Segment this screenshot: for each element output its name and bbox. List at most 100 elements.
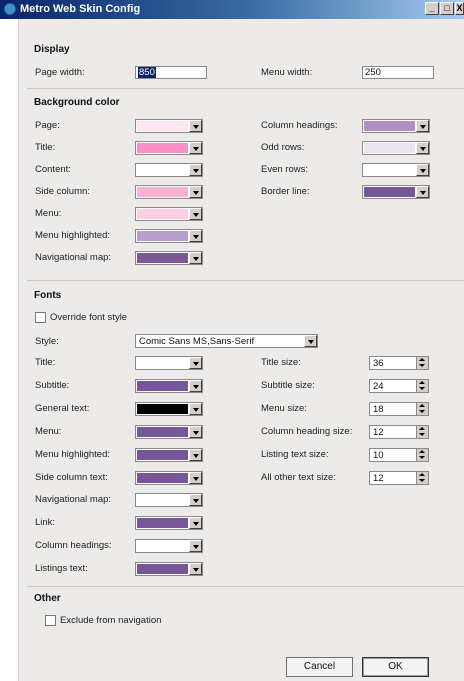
chevron-down-icon[interactable] xyxy=(304,335,317,347)
close-button[interactable]: X xyxy=(455,2,464,15)
color-dropdown[interactable] xyxy=(135,141,203,155)
color-swatch xyxy=(137,403,188,414)
color-label: Content: xyxy=(35,164,71,175)
size-label: Menu size: xyxy=(261,402,307,414)
cancel-button[interactable]: Cancel xyxy=(286,657,353,677)
color-swatch xyxy=(364,143,415,153)
chevron-down-icon[interactable] xyxy=(189,120,202,132)
color-swatch xyxy=(137,380,188,391)
color-swatch xyxy=(137,187,188,197)
size-spinner[interactable]: 36 xyxy=(369,356,429,370)
font-style-select[interactable]: Comic Sans MS,Sans-Serif xyxy=(135,334,318,348)
size-label: Title size: xyxy=(261,357,301,368)
exclude-navigation-checkbox[interactable] xyxy=(45,615,56,626)
chevron-down-icon[interactable] xyxy=(189,402,202,415)
color-dropdown[interactable] xyxy=(362,141,430,155)
size-spinner[interactable]: 24 xyxy=(369,378,429,393)
color-label: Navigational map: xyxy=(35,252,112,263)
minimize-button[interactable]: _ xyxy=(425,2,439,15)
color-dropdown[interactable] xyxy=(362,185,430,199)
size-value: 10 xyxy=(373,449,384,461)
size-spinner[interactable]: 18 xyxy=(369,401,429,416)
color-swatch xyxy=(137,495,188,506)
color-swatch xyxy=(137,449,188,460)
chevron-down-icon[interactable] xyxy=(189,252,202,264)
color-label: Side column text: xyxy=(35,471,108,483)
size-spinner[interactable]: 12 xyxy=(369,470,429,485)
chevron-down-icon[interactable] xyxy=(416,120,429,132)
spinner-arrows-icon[interactable] xyxy=(416,357,428,369)
color-swatch xyxy=(137,472,188,483)
color-dropdown[interactable] xyxy=(135,493,203,508)
color-dropdown[interactable] xyxy=(135,119,203,133)
size-spinner[interactable]: 12 xyxy=(369,424,429,439)
chevron-down-icon[interactable] xyxy=(416,164,429,176)
chevron-down-icon[interactable] xyxy=(189,186,202,198)
color-dropdown[interactable] xyxy=(362,163,430,177)
chevron-down-icon[interactable] xyxy=(189,379,202,392)
spinner-arrows-icon[interactable] xyxy=(416,402,428,415)
ok-button[interactable]: OK xyxy=(362,657,429,677)
title-bar: Metro Web Skin Config _ □ X xyxy=(0,0,464,19)
fonts-heading: Fonts xyxy=(34,290,62,301)
color-label: Page: xyxy=(35,120,60,131)
color-label: General text: xyxy=(35,402,90,414)
color-label: Border line: xyxy=(261,186,310,197)
chevron-down-icon[interactable] xyxy=(416,142,429,154)
color-dropdown[interactable] xyxy=(135,447,203,462)
menu-width-input[interactable]: 250 xyxy=(362,66,434,79)
color-swatch xyxy=(137,518,188,529)
other-heading: Other xyxy=(34,593,61,604)
color-swatch xyxy=(137,165,188,175)
color-label: Menu highlighted: xyxy=(35,448,110,460)
chevron-down-icon[interactable] xyxy=(189,357,202,369)
size-value: 12 xyxy=(373,472,384,484)
color-dropdown[interactable] xyxy=(135,163,203,177)
color-label: Listings text: xyxy=(35,563,88,575)
maximize-icon: □ xyxy=(444,3,450,13)
color-label: Even rows: xyxy=(261,164,308,175)
chevron-down-icon[interactable] xyxy=(189,230,202,242)
color-dropdown[interactable] xyxy=(135,401,203,416)
size-spinner[interactable]: 10 xyxy=(369,447,429,462)
override-font-checkbox[interactable] xyxy=(35,312,46,323)
chevron-down-icon[interactable] xyxy=(189,494,202,507)
chevron-down-icon[interactable] xyxy=(189,448,202,461)
chevron-down-icon[interactable] xyxy=(189,208,202,220)
override-font-label: Override font style xyxy=(50,312,128,323)
color-dropdown[interactable] xyxy=(135,207,203,221)
spinner-arrows-icon[interactable] xyxy=(416,379,428,392)
page-width-input[interactable]: 850 xyxy=(135,66,207,79)
color-dropdown[interactable] xyxy=(135,424,203,439)
color-label: Side column: xyxy=(35,186,90,197)
size-value: 12 xyxy=(373,426,384,438)
color-label: Odd rows: xyxy=(261,142,305,153)
color-label: Menu highlighted: xyxy=(35,230,110,241)
size-value: 36 xyxy=(373,358,384,369)
spinner-arrows-icon[interactable] xyxy=(416,471,428,484)
chevron-down-icon[interactable] xyxy=(189,540,202,553)
size-label: Subtitle size: xyxy=(261,379,315,391)
color-dropdown[interactable] xyxy=(135,185,203,199)
chevron-down-icon[interactable] xyxy=(189,425,202,438)
maximize-button[interactable]: □ xyxy=(440,2,454,15)
color-dropdown[interactable] xyxy=(135,516,203,531)
color-dropdown[interactable] xyxy=(135,356,203,370)
chevron-down-icon[interactable] xyxy=(416,186,429,198)
chevron-down-icon[interactable] xyxy=(189,142,202,154)
color-dropdown[interactable] xyxy=(362,119,430,133)
spinner-arrows-icon[interactable] xyxy=(416,448,428,461)
color-dropdown[interactable] xyxy=(135,378,203,393)
color-dropdown[interactable] xyxy=(135,562,203,577)
color-dropdown[interactable] xyxy=(135,470,203,485)
spinner-arrows-icon[interactable] xyxy=(416,425,428,438)
color-label: Subtitle: xyxy=(35,379,70,391)
chevron-down-icon[interactable] xyxy=(189,517,202,530)
chevron-down-icon[interactable] xyxy=(189,164,202,176)
chevron-down-icon[interactable] xyxy=(189,471,202,484)
color-dropdown[interactable] xyxy=(135,251,203,265)
color-dropdown[interactable] xyxy=(135,539,203,554)
chevron-down-icon[interactable] xyxy=(189,563,202,576)
close-icon: X xyxy=(456,3,463,13)
color-dropdown[interactable] xyxy=(135,229,203,243)
